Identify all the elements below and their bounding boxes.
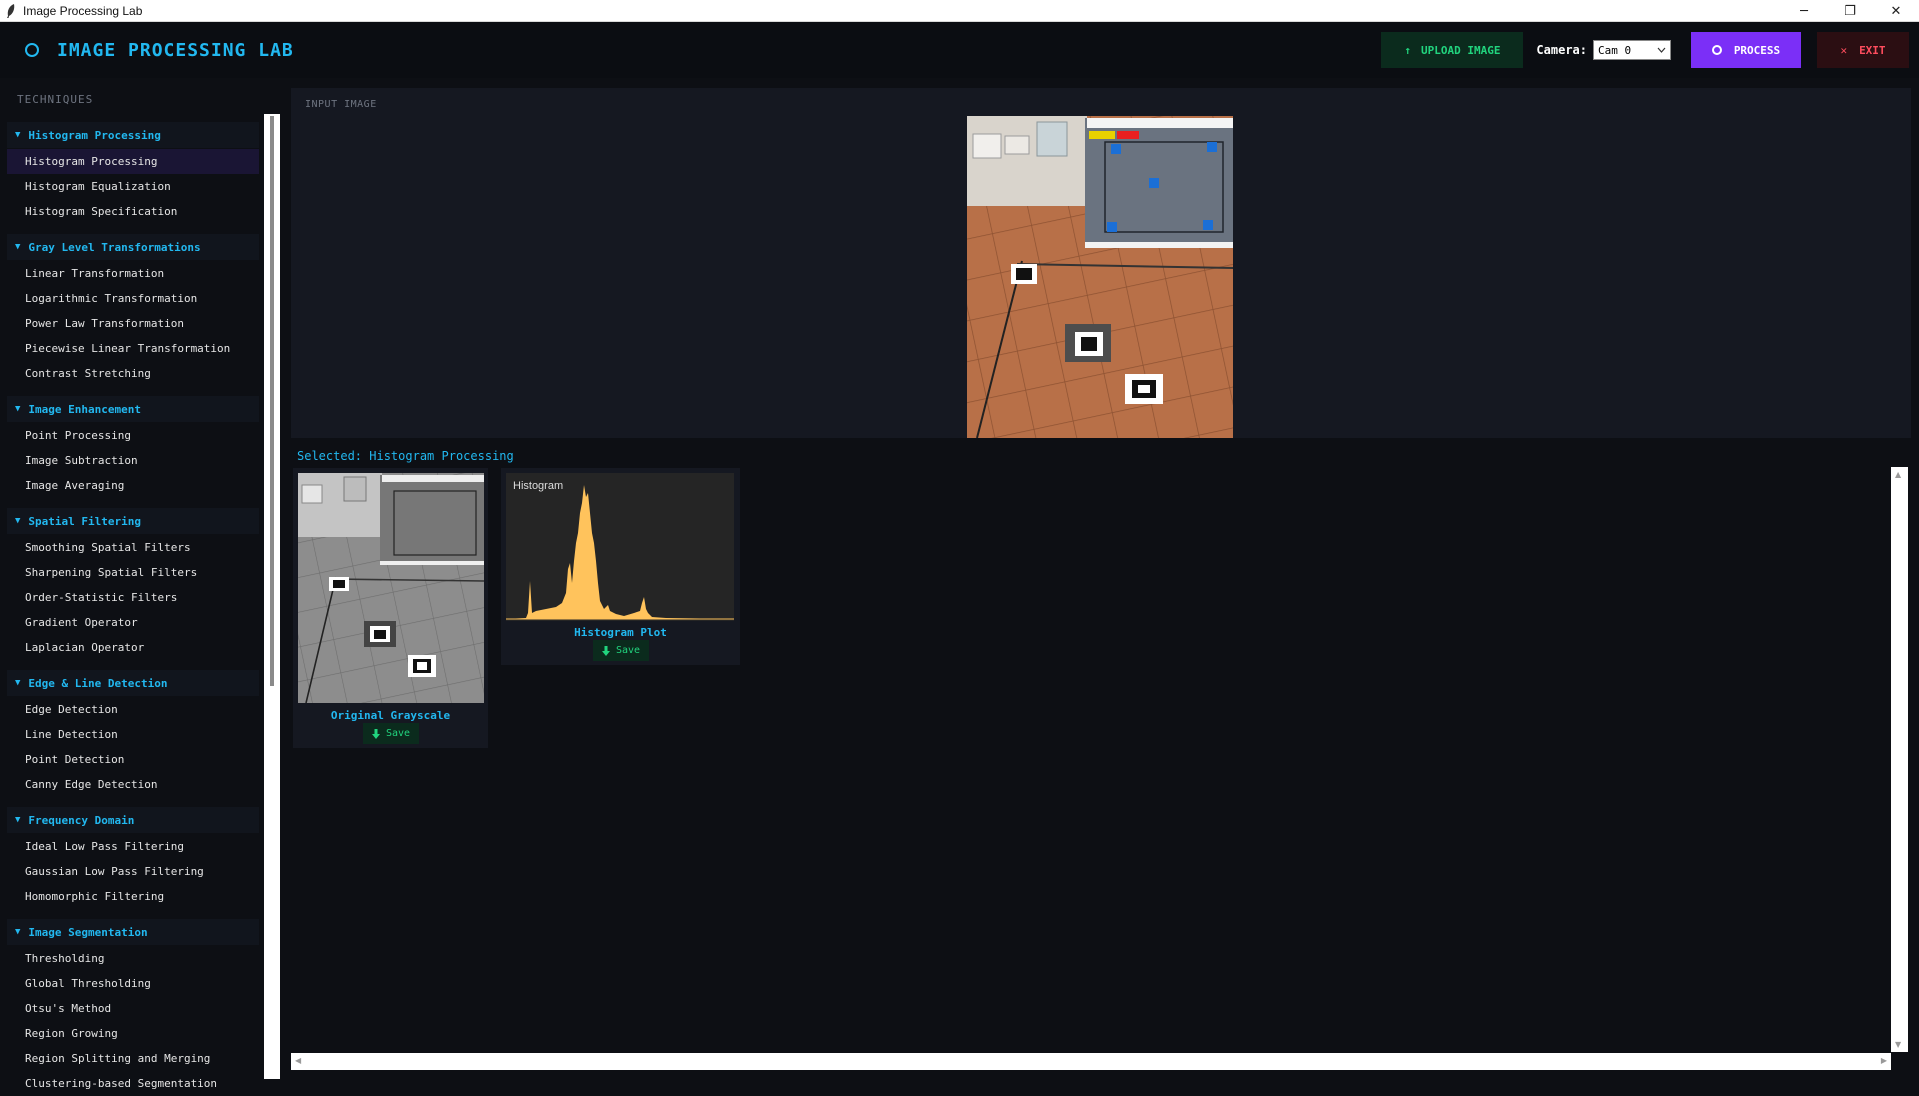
window-titlebar: Image Processing Lab ─ ❐ ✕ — [0, 0, 1919, 22]
tech-item-linear-transformation[interactable]: Linear Transformation — [7, 261, 259, 286]
main-content: INPUT IMAGE Selected: Histogram Processi… — [280, 78, 1919, 1079]
scroll-right-icon[interactable]: ▶ — [1881, 1056, 1887, 1065]
tech-item-smoothing-spatial[interactable]: Smoothing Spatial Filters — [7, 535, 259, 560]
scroll-left-icon[interactable]: ◀ — [295, 1056, 301, 1065]
restore-button[interactable]: ❐ — [1827, 0, 1873, 22]
close-icon: ✕ — [1840, 43, 1848, 57]
upload-image-button[interactable]: ↑ UPLOAD IMAGE — [1381, 32, 1524, 68]
result-card-histogram-plot: Histogram Histogram Plot Save — [501, 468, 740, 665]
group-header-image-segmentation[interactable]: ▼ Image Segmentation — [7, 919, 259, 945]
tech-item-image-averaging[interactable]: Image Averaging — [7, 473, 259, 498]
camera-label: Camera: — [1536, 43, 1587, 57]
tech-item-piecewise-linear[interactable]: Piecewise Linear Transformation — [7, 336, 259, 361]
exit-label: EXIT — [1859, 43, 1886, 57]
scroll-down-icon[interactable]: ▼ — [1895, 1040, 1901, 1049]
save-histogram-button[interactable]: Save — [593, 640, 649, 661]
tech-item-gaussian-low-pass[interactable]: Gaussian Low Pass Filtering — [7, 859, 259, 884]
sidebar-heading: TECHNIQUES — [17, 93, 94, 106]
minimize-button[interactable]: ─ — [1781, 0, 1827, 22]
result-card-original-grayscale: Original Grayscale Save — [293, 468, 488, 748]
exit-button[interactable]: ✕ EXIT — [1817, 32, 1909, 68]
tech-item-region-growing[interactable]: Region Growing — [7, 1021, 259, 1046]
sidebar-scroll-thumb[interactable] — [270, 116, 274, 686]
camera-select-value: Cam 0 — [1598, 43, 1632, 57]
tech-item-histogram-processing[interactable]: Histogram Processing — [7, 149, 259, 174]
sidebar: TECHNIQUES ▼ Histogram Processing Histogr… — [0, 78, 280, 1090]
logo-ring-icon — [25, 43, 39, 57]
sidebar-scrollbar[interactable] — [264, 114, 280, 1079]
tech-item-region-splitting[interactable]: Region Splitting and Merging — [7, 1046, 259, 1071]
input-image — [967, 116, 1233, 438]
tech-item-homomorphic[interactable]: Homomorphic Filtering — [7, 884, 259, 909]
tech-item-line-detection[interactable]: Line Detection — [7, 722, 259, 747]
group-header-edge-line[interactable]: ▼ Edge & Line Detection — [7, 670, 259, 696]
process-ring-icon — [1711, 45, 1722, 55]
camera-select[interactable]: Cam 0 — [1593, 40, 1671, 60]
process-label: PROCESS — [1733, 43, 1781, 57]
chevron-down-icon — [1657, 47, 1666, 53]
caret-down-icon: ▼ — [15, 678, 21, 688]
group-header-image-enhancement[interactable]: ▼ Image Enhancement — [7, 396, 259, 422]
tech-item-canny-edge[interactable]: Canny Edge Detection — [7, 772, 259, 797]
tech-item-global-thresholding[interactable]: Global Thresholding — [7, 971, 259, 996]
input-image-panel: INPUT IMAGE — [291, 88, 1911, 438]
caret-down-icon: ▼ — [15, 242, 21, 252]
tech-item-order-statistic[interactable]: Order-Statistic Filters — [7, 585, 259, 610]
tech-item-point-detection[interactable]: Point Detection — [7, 747, 259, 772]
tech-item-power-law-transformation[interactable]: Power Law Transformation — [7, 311, 259, 336]
tech-item-gradient-operator[interactable]: Gradient Operator — [7, 610, 259, 635]
histogram-plot-caption: Histogram Plot — [574, 626, 667, 639]
tech-item-sharpening-spatial[interactable]: Sharpening Spatial Filters — [7, 560, 259, 585]
input-image-label: INPUT IMAGE — [305, 99, 377, 110]
download-arrow-icon — [371, 728, 380, 739]
group-header-histogram-processing[interactable]: ▼ Histogram Processing — [7, 122, 259, 148]
tech-item-histogram-specification[interactable]: Histogram Specification — [7, 199, 259, 224]
scroll-up-icon[interactable]: ▲ — [1895, 470, 1901, 479]
caret-down-icon: ▼ — [15, 815, 21, 825]
tech-item-histogram-equalization[interactable]: Histogram Equalization — [7, 174, 259, 199]
upload-arrow-icon: ↑ — [1404, 43, 1411, 57]
tech-item-image-subtraction[interactable]: Image Subtraction — [7, 448, 259, 473]
caret-down-icon: ▼ — [15, 927, 21, 937]
results-horizontal-scrollbar[interactable]: ◀ ▶ — [291, 1053, 1891, 1070]
group-header-frequency-domain[interactable]: ▼ Frequency Domain — [7, 807, 259, 833]
caret-down-icon: ▼ — [15, 130, 21, 140]
save-original-button[interactable]: Save — [363, 723, 419, 744]
upload-image-label: UPLOAD IMAGE — [1420, 43, 1501, 57]
tech-item-laplacian-operator[interactable]: Laplacian Operator — [7, 635, 259, 660]
original-grayscale-image — [298, 473, 484, 703]
histogram-chart — [506, 485, 734, 620]
tech-item-edge-detection[interactable]: Edge Detection — [7, 697, 259, 722]
download-arrow-icon — [601, 645, 610, 656]
feather-icon — [7, 3, 15, 18]
tech-item-ideal-low-pass[interactable]: Ideal Low Pass Filtering — [7, 834, 259, 859]
results-area: Original Grayscale Save Histogram Histog… — [291, 467, 1900, 1053]
window-title: Image Processing Lab — [23, 3, 143, 18]
tech-item-thresholding[interactable]: Thresholding — [7, 946, 259, 971]
caret-down-icon: ▼ — [15, 516, 21, 526]
results-vertical-scrollbar[interactable]: ▲ ▼ — [1891, 467, 1908, 1052]
group-header-gray-level[interactable]: ▼ Gray Level Transformations — [7, 234, 259, 260]
original-grayscale-caption: Original Grayscale — [330, 709, 451, 722]
histogram-plot: Histogram — [506, 473, 734, 621]
technique-list: ▼ Histogram Processing Histogram Processi… — [7, 122, 259, 1096]
selected-technique-label: Selected: Histogram Processing — [297, 449, 514, 463]
caret-down-icon: ▼ — [15, 404, 21, 414]
tech-item-otsu[interactable]: Otsu's Method — [7, 996, 259, 1021]
app-title: IMAGE PROCESSING LAB — [57, 39, 294, 61]
group-header-spatial-filtering[interactable]: ▼ Spatial Filtering — [7, 508, 259, 534]
tech-item-point-processing[interactable]: Point Processing — [7, 423, 259, 448]
close-window-button[interactable]: ✕ — [1873, 0, 1919, 22]
process-button[interactable]: PROCESS — [1691, 32, 1801, 68]
tech-item-contrast-stretching[interactable]: Contrast Stretching — [7, 361, 259, 386]
tech-item-clustering-segmentation[interactable]: Clustering-based Segmentation — [7, 1071, 259, 1096]
app-header: IMAGE PROCESSING LAB ↑ UPLOAD IMAGE Came… — [0, 22, 1919, 78]
tech-item-logarithmic-transformation[interactable]: Logarithmic Transformation — [7, 286, 259, 311]
